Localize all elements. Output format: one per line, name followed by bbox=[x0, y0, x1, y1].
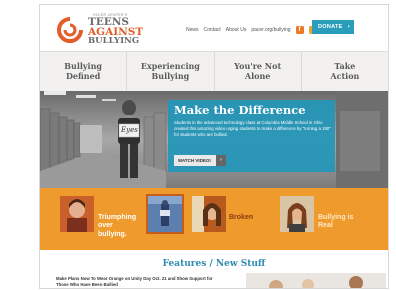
video-thumbnail-strip: Triumphing over bullying. Broken Bullyin… bbox=[40, 188, 388, 250]
watch-video-label: WATCH VIDEO! bbox=[178, 158, 211, 163]
watch-video-button[interactable]: WATCH VIDEO! › bbox=[174, 155, 226, 166]
nav-bullying-defined[interactable]: Bullying Defined bbox=[40, 52, 128, 91]
topnav-contact-link[interactable]: Contact bbox=[204, 27, 221, 33]
hero-description: Students in the advanced technology clas… bbox=[174, 120, 331, 137]
nav-label-line2: Defined bbox=[65, 70, 101, 81]
donate-arrow-icon: › bbox=[347, 24, 350, 30]
website-page: PACER CENTER'S TEENS AGAINST BULLYING Ne… bbox=[40, 5, 388, 288]
feature-headline-link[interactable]: Make Plans Now To Wear Orange on Unity D… bbox=[56, 276, 214, 288]
nav-label-line2: Action bbox=[330, 70, 360, 81]
band-label-line3: bullying. bbox=[98, 230, 127, 238]
band-label-triumphing[interactable]: Triumphing over bullying. bbox=[98, 214, 136, 239]
topnav-about-link[interactable]: About Us bbox=[226, 27, 247, 33]
band-label-line1: Broken bbox=[229, 214, 254, 221]
site-header: PACER CENTER'S TEENS AGAINST BULLYING Ne… bbox=[40, 5, 388, 51]
hero-banner: Eyes Make the Difference Students in the… bbox=[40, 91, 388, 188]
nav-label-line1: You're Not bbox=[234, 61, 282, 71]
band-label-line2: Real bbox=[318, 222, 333, 230]
band-label-bullying-real[interactable]: Bullying is Real bbox=[318, 214, 353, 231]
nav-label-line1: Take bbox=[334, 61, 356, 71]
thumbnail-triumphing[interactable] bbox=[60, 196, 94, 232]
thumbnail-image bbox=[148, 196, 182, 232]
feature-photo-image bbox=[246, 273, 386, 288]
thumbnail-image bbox=[60, 196, 94, 232]
topnav-news-link[interactable]: News bbox=[186, 27, 199, 33]
site-logo[interactable]: PACER CENTER'S TEENS AGAINST BULLYING bbox=[56, 13, 148, 47]
features-heading: Features / New Stuff bbox=[162, 259, 266, 269]
nav-label-line2: Bullying bbox=[151, 70, 190, 81]
logo-swirl-icon bbox=[57, 17, 83, 43]
thumbnail-hallway[interactable] bbox=[146, 194, 184, 234]
top-navigation: News Contact About Us pacer.org/bullying… bbox=[186, 25, 317, 35]
hero-info-box: Make the Difference Students in the adva… bbox=[168, 100, 335, 172]
thumbnail-broken[interactable] bbox=[192, 196, 226, 232]
nav-experiencing-bullying[interactable]: Experiencing Bullying bbox=[127, 52, 215, 91]
donate-label: DONATE bbox=[318, 24, 343, 30]
hero-title: Make the Difference bbox=[174, 103, 306, 117]
nav-label-line2: Alone bbox=[244, 70, 271, 81]
band-label-broken[interactable]: Broken bbox=[229, 214, 253, 222]
band-label-line2: over bbox=[98, 222, 113, 230]
facebook-icon[interactable]: f bbox=[295, 26, 304, 34]
thumbnail-image bbox=[192, 196, 226, 232]
logo-line-bullying: BULLYING bbox=[88, 36, 140, 46]
thumbnail-image bbox=[280, 196, 314, 232]
thumbnail-bullying-real[interactable] bbox=[280, 196, 314, 232]
feature-photo[interactable] bbox=[246, 273, 386, 288]
topnav-pacer-link[interactable]: pacer.org/bullying bbox=[251, 27, 290, 33]
nav-label-line1: Experiencing bbox=[140, 61, 200, 71]
play-arrow-icon: › bbox=[216, 155, 226, 166]
donate-button[interactable]: DONATE › bbox=[312, 20, 354, 34]
band-label-line1: Triumphing bbox=[98, 214, 137, 221]
nav-take-action[interactable]: Take Action bbox=[302, 52, 388, 91]
hero-sign-text: Eyes bbox=[121, 126, 138, 134]
band-label-line1: Bullying is bbox=[318, 214, 354, 221]
nav-youre-not-alone[interactable]: You're Not Alone bbox=[215, 52, 302, 91]
main-navigation: Bullying Defined Experiencing Bullying You… bbox=[40, 51, 388, 91]
nav-label-line1: Bullying bbox=[64, 61, 102, 71]
